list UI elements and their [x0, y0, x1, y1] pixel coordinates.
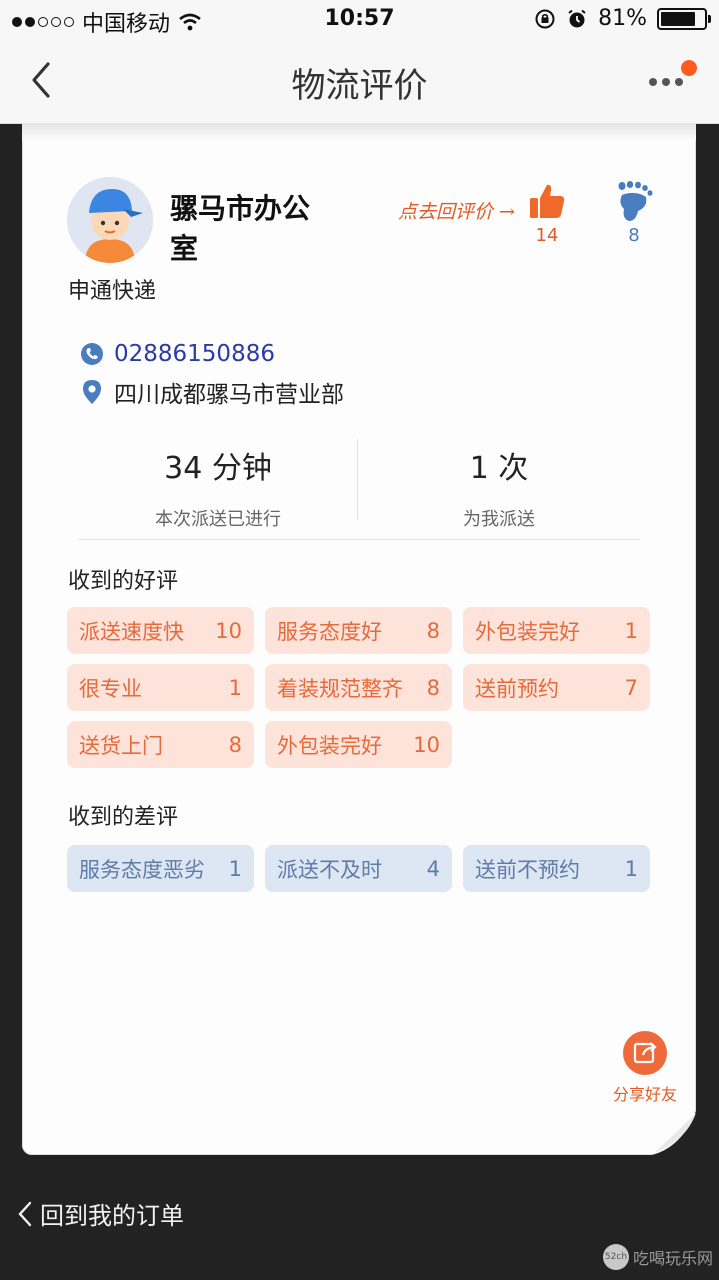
watermark: 52ch 吃喝玩乐网 [602, 1244, 713, 1270]
tag-count: 1 [228, 856, 242, 881]
tag-count: 10 [215, 618, 242, 643]
good-review-tag[interactable]: 外包装完好 10 [265, 721, 452, 768]
good-review-tag[interactable]: 服务态度好 8 [265, 607, 452, 654]
battery-icon [657, 7, 711, 30]
phone-icon [81, 343, 103, 365]
status-right: 81% [534, 6, 711, 31]
bad-review-tag[interactable]: 送前不预约 1 [463, 845, 650, 892]
tag-count: 8 [426, 675, 440, 700]
tag-count: 1 [228, 675, 242, 700]
back-to-orders-label[interactable]: 回到我的订单 [40, 1196, 184, 1231]
watermark-badge: 52ch [602, 1244, 629, 1270]
page-curl-icon [652, 1111, 696, 1155]
good-review-tag[interactable]: 送货上门 8 [67, 721, 254, 768]
thumbs-up-icon [530, 184, 565, 218]
tag-count: 1 [624, 618, 638, 643]
back-to-orders-link[interactable]: 回到我的订单 [16, 1196, 184, 1231]
location-pin-icon [83, 380, 101, 404]
battery-fill [661, 11, 696, 26]
good-review-tag[interactable]: 派送速度快 10 [67, 607, 254, 654]
tag-count: 1 [624, 856, 638, 881]
more-button[interactable] [647, 60, 697, 100]
more-dot [675, 78, 683, 86]
tag-label: 着装规范整齐 [277, 676, 403, 701]
good-review-tag[interactable]: 外包装完好 1 [463, 607, 650, 654]
tag-count: 4 [426, 856, 440, 881]
bad-review-tag[interactable]: 派送不及时 4 [265, 845, 452, 892]
card-top-strip [22, 123, 696, 141]
tag-label: 送货上门 [79, 733, 163, 758]
watermark-text: 吃喝玩乐网 [632, 1249, 713, 1268]
bad-reviews-grid: 服务态度恶劣 1 派送不及时 4 送前不预约 1 [67, 845, 651, 892]
phone-row[interactable]: 02886150886 [80, 341, 275, 367]
rate-hint: 点去回评价 → [398, 201, 515, 223]
share-icon [623, 1031, 667, 1075]
courier-card: 骡马市办公室 申通快递 点去回评价 → 14 8 02886150886 四川成… [22, 123, 696, 1155]
chevron-left-icon [18, 1201, 32, 1226]
footprint-count: 8 [628, 225, 640, 246]
status-bar: 中国移动 10:57 81% [0, 0, 719, 40]
delivery-stats: 34 分钟 本次派送已进行 1 次 为我派送 [78, 433, 640, 540]
avatar [67, 177, 153, 263]
good-review-tag[interactable]: 着装规范整齐 8 [265, 664, 452, 711]
bad-reviews-title: 收到的差评 [68, 805, 179, 830]
courier-name: 骡马市办公室 [170, 192, 311, 265]
stats-divider [357, 439, 358, 519]
phone-number[interactable]: 02886150886 [114, 341, 275, 367]
footprint-icon [618, 181, 653, 221]
good-reviews-grid: 派送速度快 10 服务态度好 8 外包装完好 1 很专业 1 着装规范整齐 8 送前预约 7 送货上门 8… [67, 607, 651, 768]
tag-label: 送前不预约 [475, 857, 580, 882]
duration-value: 34 分钟 [164, 451, 272, 486]
good-review-tag[interactable]: 送前预约 7 [463, 664, 650, 711]
page-title: 物流评价 [291, 66, 428, 106]
orientation-lock-icon [535, 9, 555, 28]
tag-label: 服务态度恶劣 [79, 857, 205, 882]
tag-label: 派送速度快 [79, 619, 184, 644]
tag-count: 8 [228, 732, 242, 757]
delivery-count-label: 为我派送 [463, 509, 535, 530]
share-button[interactable]: 分享好友 [606, 1031, 684, 1105]
bad-review-tag[interactable]: 服务态度恶劣 1 [67, 845, 254, 892]
duration-stat: 34 分钟 本次派送已进行 [78, 433, 358, 531]
alarm-icon [568, 9, 586, 27]
share-label: 分享好友 [612, 1085, 677, 1104]
tag-count: 8 [426, 618, 440, 643]
duration-label: 本次派送已进行 [155, 509, 281, 530]
tag-count: 10 [413, 732, 440, 757]
good-review-tag[interactable]: 很专业 1 [67, 664, 254, 711]
good-reviews-title: 收到的好评 [68, 569, 179, 594]
more-dot [649, 78, 657, 86]
tag-label: 派送不及时 [277, 857, 382, 882]
address-text: 四川成都骡马市营业部 [114, 382, 344, 408]
tag-label: 外包装完好 [475, 619, 580, 644]
like-button[interactable]: 14 [524, 181, 570, 265]
address-row: 四川成都骡马市营业部 [80, 375, 344, 409]
tag-count: 7 [624, 675, 638, 700]
delivery-count-stat: 1 次 为我派送 [359, 433, 639, 531]
tag-label: 送前预约 [475, 676, 559, 701]
notification-dot [681, 60, 697, 76]
like-count: 14 [535, 225, 559, 246]
tag-label: 很专业 [79, 676, 142, 701]
courier-avatar-icon [67, 177, 153, 263]
tag-label: 外包装完好 [277, 733, 382, 758]
more-dot [662, 78, 670, 86]
courier-company: 申通快递 [68, 279, 157, 304]
footprint-button[interactable]: 8 [612, 181, 656, 265]
delivery-count-value: 1 次 [469, 451, 529, 486]
nav-bar: 物流评价 [0, 40, 719, 124]
tag-label: 服务态度好 [277, 619, 382, 644]
battery-percent: 81% [598, 6, 647, 31]
